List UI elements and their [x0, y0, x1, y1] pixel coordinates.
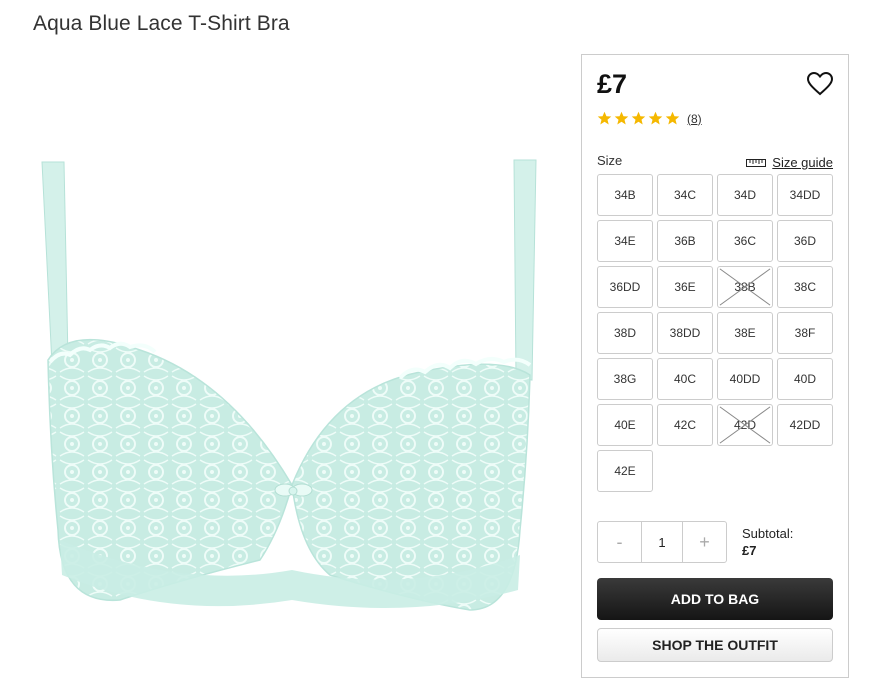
size-option-label: 36D: [793, 234, 816, 248]
quantity-stepper: - 1 +: [597, 521, 727, 563]
size-grid: 34B 34C 34D 34DD 34E 36B 36C 36D 36DD 36E 38B 38C 38…: [597, 174, 837, 492]
size-option-label: 38D: [613, 326, 636, 340]
star-icon: [648, 111, 663, 125]
size-option-42dd[interactable]: 42DD: [777, 404, 833, 446]
size-option-label: 36B: [674, 234, 696, 248]
subtotal-label: Subtotal:: [742, 526, 794, 541]
heart-icon[interactable]: [806, 71, 834, 96]
size-label: Size: [597, 153, 623, 168]
size-option-label: 40D: [793, 372, 816, 386]
size-option-38c[interactable]: 38C: [777, 266, 833, 308]
purchase-panel: £7 (8) Size Size guide 34B 34C 34D 34DD 34E 3…: [581, 54, 849, 678]
size-option-label: 36DD: [609, 280, 641, 294]
size-option-36dd[interactable]: 36DD: [597, 266, 653, 308]
size-option-label: 42E: [614, 464, 636, 478]
size-option-label: 38DD: [669, 326, 701, 340]
size-option-36b[interactable]: 36B: [657, 220, 713, 262]
size-option-38b[interactable]: 38B: [717, 266, 773, 308]
size-option-40dd[interactable]: 40DD: [717, 358, 773, 400]
review-count-link[interactable]: (8): [687, 112, 702, 126]
size-option-42d[interactable]: 42D: [717, 404, 773, 446]
size-option-42c[interactable]: 42C: [657, 404, 713, 446]
star-icon: [614, 111, 629, 125]
quantity-value[interactable]: 1: [641, 522, 683, 562]
product-title: Aqua Blue Lace T-Shirt Bra: [33, 12, 290, 35]
size-option-34e[interactable]: 34E: [597, 220, 653, 262]
size-option-40e[interactable]: 40E: [597, 404, 653, 446]
ruler-icon: [746, 158, 767, 167]
unavailable-cross-icon: [719, 268, 771, 306]
size-option-label: 38G: [613, 372, 637, 386]
star-icon: [631, 111, 646, 125]
size-option-label: 40E: [614, 418, 636, 432]
size-option-label: 34DD: [789, 188, 821, 202]
size-option-36d[interactable]: 36D: [777, 220, 833, 262]
size-option-34b[interactable]: 34B: [597, 174, 653, 216]
subtotal: Subtotal: £7: [742, 525, 793, 559]
size-option-label: 42C: [673, 418, 696, 432]
size-option-40d[interactable]: 40D: [777, 358, 833, 400]
size-guide-link[interactable]: Size guide: [746, 155, 833, 170]
size-option-40c[interactable]: 40C: [657, 358, 713, 400]
size-option-38dd[interactable]: 38DD: [657, 312, 713, 354]
product-image: [30, 150, 550, 630]
size-option-label: 34C: [673, 188, 696, 202]
size-option-label: 36E: [674, 280, 696, 294]
size-option-38g[interactable]: 38G: [597, 358, 653, 400]
size-option-label: 38E: [734, 326, 756, 340]
quantity-decrease-button[interactable]: -: [598, 522, 641, 562]
rating: (8): [597, 111, 702, 126]
unavailable-cross-icon: [719, 406, 771, 444]
size-option-label: 36C: [733, 234, 756, 248]
star-icon: [597, 111, 612, 125]
size-option-label: 34D: [733, 188, 756, 202]
shop-the-outfit-button[interactable]: SHOP THE OUTFIT: [597, 628, 833, 662]
quantity-increase-button[interactable]: +: [683, 522, 726, 562]
size-option-38d[interactable]: 38D: [597, 312, 653, 354]
size-option-34dd[interactable]: 34DD: [777, 174, 833, 216]
size-option-label: 38F: [794, 326, 816, 340]
size-option-label: 34B: [614, 188, 636, 202]
size-option-label: 34E: [614, 234, 636, 248]
size-guide-label: Size guide: [772, 155, 833, 170]
size-option-38f[interactable]: 38F: [777, 312, 833, 354]
price: £7: [597, 69, 628, 99]
size-option-36e[interactable]: 36E: [657, 266, 713, 308]
size-option-36c[interactable]: 36C: [717, 220, 773, 262]
add-to-bag-button[interactable]: ADD TO BAG: [597, 578, 833, 620]
star-icon: [665, 111, 680, 125]
subtotal-value: £7: [742, 543, 757, 558]
size-option-label: 38C: [793, 280, 816, 294]
size-option-34d[interactable]: 34D: [717, 174, 773, 216]
size-option-label: 40DD: [729, 372, 761, 386]
size-option-label: 42DD: [789, 418, 821, 432]
size-option-34c[interactable]: 34C: [657, 174, 713, 216]
size-option-38e[interactable]: 38E: [717, 312, 773, 354]
size-option-label: 40C: [673, 372, 696, 386]
size-option-42e[interactable]: 42E: [597, 450, 653, 492]
